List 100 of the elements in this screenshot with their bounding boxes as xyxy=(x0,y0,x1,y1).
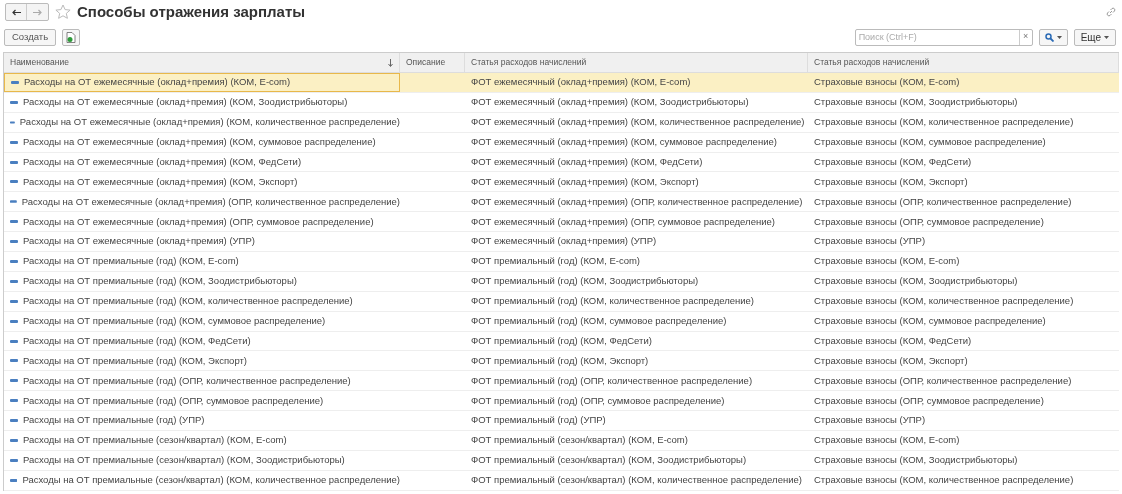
table-cell: Страховые взносы (ОПР, суммовое распределение) xyxy=(814,214,1044,229)
sort-down-icon xyxy=(388,58,393,67)
item-icon xyxy=(11,80,19,84)
refresh-button[interactable] xyxy=(62,28,81,46)
back-arrow-icon xyxy=(11,8,21,16)
table-cell: ФОТ премиальный (год) (КОМ, количественное распределение) xyxy=(471,294,754,309)
table-cell-text: Расходы на ОТ премиальные (год) (КОМ, Экспорт) xyxy=(23,353,247,368)
column-header[interactable]: Статья расходов начислений xyxy=(808,53,1119,72)
table-cell: Страховые взносы (КОМ, E-com) xyxy=(814,254,960,269)
table-cell: Расходы на ОТ ежемесячные (оклад+премия) (КОМ, Зоодистрибьюторы) xyxy=(23,95,348,110)
table-cell: Расходы на ОТ ежемесячные (оклад+премия) (КОМ, количественное распределение) xyxy=(19,115,400,130)
table-cell-text: Страховые взносы (КОМ, суммовое распределение) xyxy=(814,314,1046,328)
table-cell-text: ФОТ премиальный (год) (КОМ, ФедСети) xyxy=(471,333,652,348)
table-cell: Страховые взносы (ОПР, количественное распределение) xyxy=(814,194,1072,209)
caret-icon xyxy=(1104,35,1109,39)
item-icon xyxy=(10,379,18,383)
column-header[interactable]: Наименование xyxy=(4,53,400,72)
table-cell: ФОТ премиальный (год) (КОМ, E-com) xyxy=(471,254,641,269)
table-cell: Расходы на ОТ премиальные (год) (ОПР, суммовое распределение) xyxy=(23,393,324,408)
column-header[interactable]: Описание xyxy=(400,53,465,72)
table-cell: Страховые взносы (КОМ, E-com) xyxy=(814,433,960,448)
table-cell: Страховые взносы (КОМ, количественное распределение) xyxy=(814,115,1074,130)
table-cell-text: Страховые взносы (КОМ, суммовое распределение) xyxy=(814,135,1046,149)
table-cell-text: Расходы на ОТ ежемесячные (оклад+премия) (КОМ, ФедСети) xyxy=(23,154,302,169)
table-cell: ФОТ премиальный (сезон/квартал) (КОМ, Зоодистрибьюторы) xyxy=(471,453,747,468)
forward-arrow-icon xyxy=(33,8,42,16)
item-icon xyxy=(10,279,18,283)
table-cell: Расходы на ОТ премиальные (год) (ОПР, количественное распределение) xyxy=(23,373,351,388)
search-icon xyxy=(1044,32,1054,42)
table-cell: Расходы на ОТ ежемесячные (оклад+премия) (ОПР, количественное распределение) xyxy=(21,194,400,209)
item-icon xyxy=(10,220,18,224)
table-cell: ФОТ ежемесячный (оклад+премия) (КОМ, количественное распределение) xyxy=(471,115,805,130)
item-icon xyxy=(10,478,18,482)
table-cell: Страховые взносы (КОМ, Зоодистрибьюторы) xyxy=(814,453,1018,468)
more-button[interactable]: Еще xyxy=(1073,28,1116,46)
table-cell: ФОТ ежемесячный (оклад+премия) (ОПР, суммовое распределение) xyxy=(471,214,775,229)
item-icon xyxy=(10,419,18,423)
table-cell: Страховые взносы (ОПР, суммовое распределение) xyxy=(814,393,1044,408)
item-icon xyxy=(10,339,18,343)
table-cell: ФОТ премиальный (год) (КОМ, Зоодистрибьюторы) xyxy=(471,274,699,289)
table-cell: Расходы на ОТ премиальные (сезон/квартал) (КОМ, количественное распределение) xyxy=(22,473,400,488)
window-title: Способы отражения зарплаты xyxy=(77,1,306,22)
table-cell-text: Расходы на ОТ ежемесячные (оклад+премия) (КОМ, суммовое распределение) xyxy=(23,135,376,149)
table-cell: Страховые взносы (КОМ, количественное распределение) xyxy=(814,294,1074,309)
table-cell-text: Расходы на ОТ премиальные (год) (КОМ, суммовое распределение) xyxy=(23,314,326,328)
table-cell-text: Страховые взносы (КОМ, Экспорт) xyxy=(814,353,968,368)
create-button[interactable]: Создать xyxy=(4,28,57,46)
table-cell: Расходы на ОТ премиальные (сезон/квартал) (КОМ, Зоодистрибьюторы) xyxy=(23,453,345,468)
table-cell: Страховые взносы (КОМ, Зоодистрибьюторы) xyxy=(814,274,1018,289)
item-icon xyxy=(10,180,18,184)
item-icon xyxy=(10,259,18,263)
search-field[interactable]: Поиск (Ctrl+F) × xyxy=(854,28,1033,46)
item-icon xyxy=(10,458,18,462)
item-icon xyxy=(10,160,18,164)
table-cell: ФОТ премиальный (год) (ОПР, количественное распределение) xyxy=(471,373,753,388)
table-cell: Страховые взносы (КОМ, Зоодистрибьюторы) xyxy=(814,95,1018,110)
star-icon[interactable] xyxy=(55,4,71,20)
table-cell: ФОТ ежемесячный (оклад+премия) (КОМ, Зоодистрибьюторы) xyxy=(471,95,749,110)
link-icon[interactable] xyxy=(1105,6,1117,18)
table-cell-text: Расходы на ОТ премиальные (год) (КОМ, ФедСети) xyxy=(23,333,251,348)
item-icon xyxy=(10,240,18,244)
item-icon xyxy=(10,200,17,204)
table-cell-text: ФОТ ежемесячный (оклад+премия) (КОМ, суммовое распределение) xyxy=(471,135,777,149)
item-icon xyxy=(10,120,15,124)
table-cell: Расходы на ОТ премиальные (сезон/квартал) (КОМ, E-com) xyxy=(23,433,287,448)
document-refresh-icon xyxy=(66,31,77,43)
table-cell-text: ФОТ премиальный (год) (КОМ, Экспорт) xyxy=(471,353,649,368)
item-icon xyxy=(10,399,18,403)
table-cell: Расходы на ОТ премиальные (год) (КОМ, количественное распределение) xyxy=(23,294,353,309)
clear-button[interactable]: × xyxy=(1018,29,1032,45)
table-cell-text: ФОТ ежемесячный (оклад+премия) (КОМ, ФедСети) xyxy=(471,154,703,169)
table-cell: ФОТ премиальный (год) (ОПР, суммовое распределение) xyxy=(471,393,725,408)
column-header[interactable]: Статья расходов начислений xyxy=(465,53,808,72)
table-cell: Страховые взносы (КОМ, E-com) xyxy=(814,75,960,90)
item-icon xyxy=(10,359,18,363)
table-cell: Расходы на ОТ премиальные (год) (УПР) xyxy=(23,413,205,428)
table-cell: ФОТ ежемесячный (оклад+премия) (УПР) xyxy=(471,234,657,249)
table-row[interactable]: Расходы на ОТ ежемесячные (оклад+премия) (КОМ, E-com) ФОТ ежемесячный (оклад+премия) (КОМ, E-com) Страховые взносы (КОМ, E-com) xyxy=(4,73,1119,93)
table-cell-text: Страховые взносы (КОМ, ФедСети) xyxy=(814,333,972,348)
table-cell: Расходы на ОТ премиальные (год) (КОМ, Зоодистрибьюторы) xyxy=(23,274,297,289)
table-cell: ФОТ ежемесячный (оклад+премия) (КОМ, Экспорт) xyxy=(471,174,699,189)
table-cell: ФОТ премиальный (сезон/квартал) (КОМ, E-com) xyxy=(471,433,688,448)
caret-icon xyxy=(1056,35,1062,39)
search-menu-button[interactable] xyxy=(1038,28,1068,46)
item-icon xyxy=(10,438,18,442)
table-cell: Расходы на ОТ ежемесячные (оклад+премия) (КОМ, E-com) xyxy=(24,75,291,90)
table-cell: ФОТ ежемесячный (оклад+премия) (КОМ, E-com) xyxy=(471,75,691,90)
item-icon xyxy=(10,100,18,104)
table-cell: ФОТ премиальный (сезон/квартал) (КОМ, количественное распределение) xyxy=(471,473,802,488)
item-icon xyxy=(10,140,18,144)
table-cell-text: Страховые взносы (КОМ, ФедСети) xyxy=(814,154,972,169)
item-icon xyxy=(10,319,18,323)
table-cell: Страховые взносы (УПР) xyxy=(814,413,926,428)
table-cell: Расходы на ОТ премиальные (год) (КОМ, E-com) xyxy=(23,254,239,269)
table-cell: Расходы на ОТ ежемесячные (оклад+премия) (УПР) xyxy=(23,234,255,249)
item-icon xyxy=(10,299,18,303)
table-cell: Расходы на ОТ ежемесячные (оклад+премия) (ОПР, суммовое распределение) xyxy=(23,214,374,229)
table-cell: ФОТ премиальный (год) (УПР) xyxy=(471,413,606,428)
table-cell: ФОТ ежемесячный (оклад+премия) (ОПР, количественное распределение) xyxy=(471,194,803,209)
table-cell: Страховые взносы (ОПР, количественное распределение) xyxy=(814,373,1072,388)
